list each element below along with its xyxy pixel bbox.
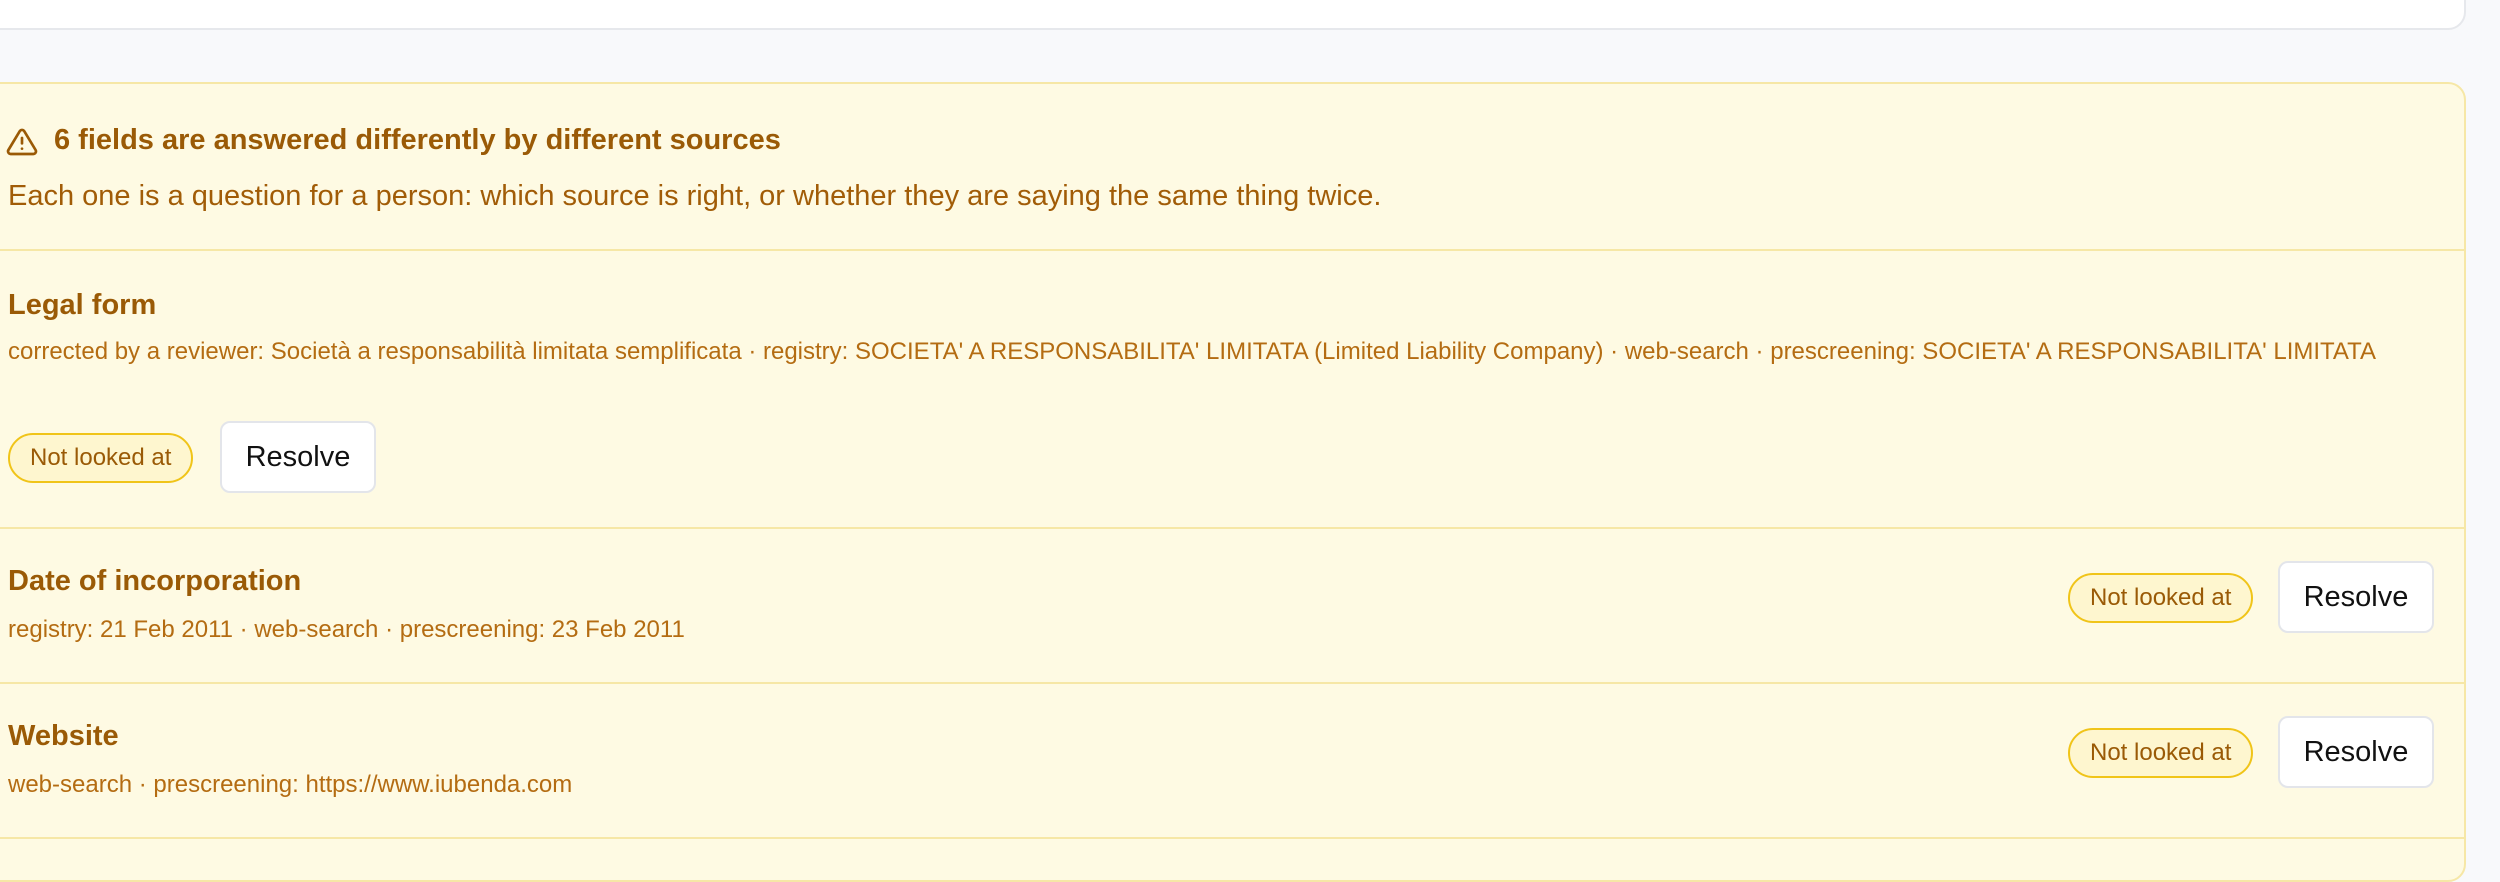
conflicts-header: 6 fields are answered differently by dif… bbox=[0, 84, 2464, 251]
field-sources: registry: 21 Feb 2011 · web-search · pre… bbox=[8, 616, 685, 643]
field-name: Date of incorporation bbox=[8, 565, 302, 597]
field-sources: corrected by a reviewer: Società a respo… bbox=[8, 338, 2377, 365]
resolve-button[interactable]: Resolve bbox=[2278, 561, 2434, 633]
field-sources: web-search · prescreening: https://www.i… bbox=[8, 771, 573, 798]
resolve-button[interactable]: Resolve bbox=[220, 421, 376, 493]
resolve-button[interactable]: Resolve bbox=[2278, 716, 2434, 788]
conflict-row-legal-form: Legal form corrected by a reviewer: Soci… bbox=[0, 251, 2464, 529]
top-card bbox=[0, 0, 2466, 30]
conflicts-description: Each one is a question for a person: whi… bbox=[8, 180, 1382, 212]
conflicting-fields-panel: 6 fields are answered differently by dif… bbox=[0, 82, 2466, 882]
conflict-row-website: Website web-search · prescreening: https… bbox=[0, 684, 2464, 839]
status-badge[interactable]: Not looked at bbox=[8, 433, 194, 483]
conflicts-title: 6 fields are answered differently by dif… bbox=[54, 124, 781, 156]
warning-triangle-icon bbox=[6, 126, 38, 158]
conflict-row-date-of-incorporation: Date of incorporation registry: 21 Feb 2… bbox=[0, 529, 2464, 684]
field-name: Website bbox=[8, 720, 119, 752]
status-badge[interactable]: Not looked at bbox=[2068, 573, 2254, 623]
field-name: Legal form bbox=[8, 289, 157, 321]
status-badge[interactable]: Not looked at bbox=[2068, 728, 2254, 778]
